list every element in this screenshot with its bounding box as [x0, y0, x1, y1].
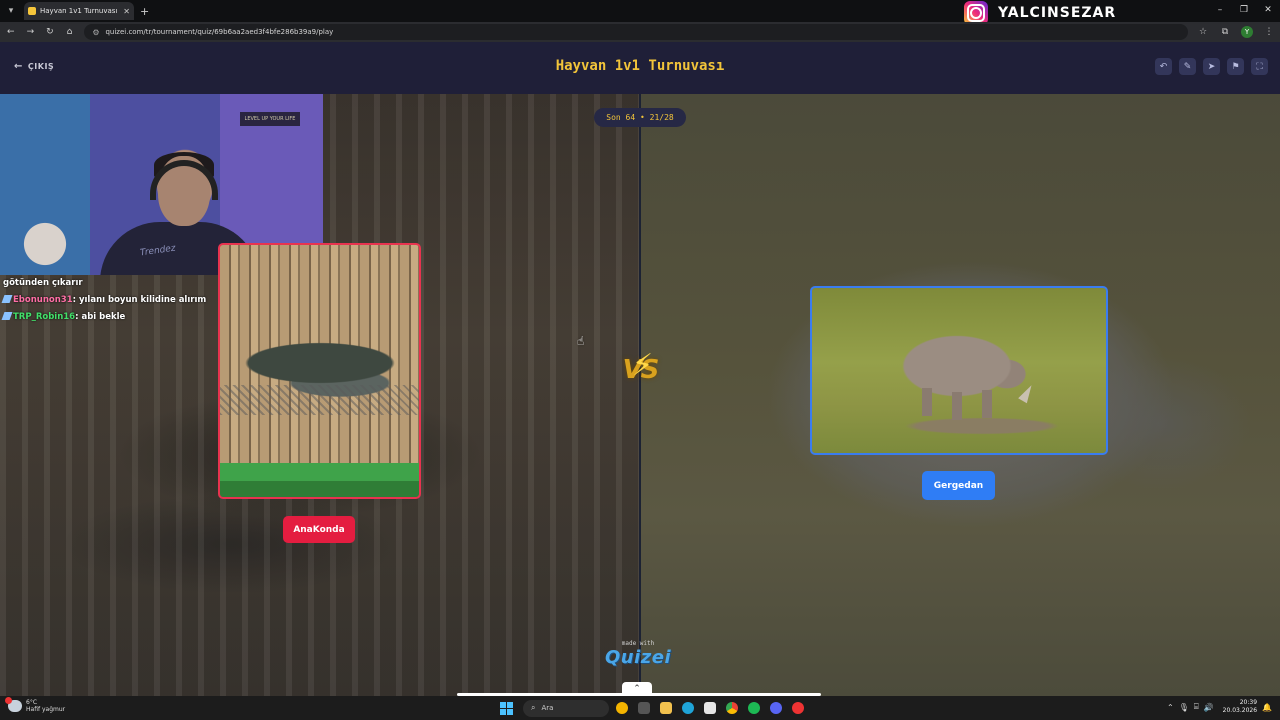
- right-choice-image[interactable]: [810, 286, 1108, 455]
- network-icon[interactable]: ⌸: [1194, 702, 1199, 712]
- toolbar-actions: ☆ ⧉ Y ⋮: [1192, 26, 1280, 38]
- rhino-leg: [982, 390, 992, 418]
- store-icon[interactable]: [701, 699, 719, 717]
- right-choice-button[interactable]: Gergedan: [922, 471, 995, 500]
- lightning-icon: ⚡: [632, 348, 654, 383]
- forward-icon[interactable]: →: [22, 23, 40, 41]
- close-window-icon[interactable]: ✕: [1256, 0, 1280, 20]
- volume-icon[interactable]: 🔊: [1204, 703, 1214, 712]
- url-text: quizei.com/tr/tournament/quiz/69b6aa2aed…: [105, 28, 334, 36]
- search-label: Ara: [541, 704, 554, 712]
- left-choice-image[interactable]: [218, 243, 421, 499]
- round-indicator: Son 64 • 21/28: [594, 108, 686, 127]
- left-choice-button[interactable]: AnaKonda: [283, 516, 355, 543]
- tab-search-icon[interactable]: ▾: [2, 2, 20, 20]
- quiz-title: Hayvan 1v1 Turnuvası: [555, 58, 725, 74]
- weather-widget[interactable]: 6°C Hafif yağmur: [5, 697, 65, 713]
- windows-taskbar: 6°C Hafif yağmur ⌕ Ara ⌃ 🎙 ⌸ 🔊 20:39 20.…: [0, 696, 1280, 720]
- clock-time: 20:39: [1239, 699, 1258, 706]
- rhino-leg: [952, 392, 962, 420]
- profile-avatar[interactable]: Y: [1241, 26, 1253, 38]
- bookmark-star-icon[interactable]: ☆: [1192, 27, 1214, 37]
- chat-text: yılanı boyun kilidine alırım: [78, 295, 207, 305]
- share-icon[interactable]: ➤: [1203, 58, 1220, 75]
- screen: ▾ Hayvan 1v1 Turnuvası - Tier Lis ✕ + YA…: [0, 0, 1280, 720]
- menu-icon[interactable]: ⋮: [1258, 27, 1280, 37]
- sword-badge-icon: [1, 312, 13, 320]
- windows-start-icon[interactable]: [500, 701, 513, 715]
- anaconda-image-detail: [220, 385, 419, 415]
- clock[interactable]: 20:39 20.03.2026: [1223, 699, 1257, 715]
- rhino-horn: [1018, 382, 1036, 404]
- temperature: 6°C: [26, 699, 38, 706]
- header-tools: ↶ ✎ ➤ ⚑ ⛶: [1155, 58, 1268, 75]
- discord-icon[interactable]: [767, 699, 785, 717]
- address-bar[interactable]: ⚙ quizei.com/tr/tournament/quiz/69b6aa2a…: [84, 24, 1188, 40]
- back-icon[interactable]: ←: [2, 23, 20, 41]
- clock-date: 20.03.2026: [1222, 707, 1258, 714]
- tab-title: Hayvan 1v1 Turnuvası - Tier Lis: [40, 7, 120, 15]
- home-icon[interactable]: ⌂: [61, 23, 79, 41]
- weather-description: Hafif yağmur: [26, 706, 66, 713]
- chat-username: Ebonunon31: [13, 295, 73, 305]
- search-icon: ⌕: [531, 703, 536, 712]
- notifications-bell-icon[interactable]: 🔔: [1262, 703, 1272, 712]
- rhino-leg: [922, 388, 932, 416]
- flag-icon[interactable]: ⚑: [1227, 58, 1244, 75]
- shelf-sign: LEVEL UP YOUR LIFE: [240, 112, 300, 126]
- edit-icon[interactable]: ✎: [1179, 58, 1196, 75]
- made-with-label: made with: [621, 640, 655, 647]
- sword-badge-icon: [1, 295, 13, 303]
- chat-overlay: götünden çıkarır Ebonunon31: yılanı boyu…: [0, 275, 220, 326]
- quiz-page: ← ÇIKIŞ Hayvan 1v1 Turnuvası ↶ ✎ ➤ ⚑ ⛶ S…: [0, 42, 1280, 696]
- app-red-icon[interactable]: [789, 699, 807, 717]
- browser-toolbar: ← → ↻ ⌂ ⚙ quizei.com/tr/tournament/quiz/…: [0, 22, 1280, 42]
- weather-text: 6°C Hafif yağmur: [26, 699, 65, 713]
- spotify-icon[interactable]: [745, 699, 763, 717]
- chat-text: abi bekle: [81, 312, 126, 322]
- chat-text: götünden çıkarır: [3, 278, 83, 288]
- expand-panel-chevron-up-icon[interactable]: ⌃: [622, 682, 652, 696]
- maximize-icon[interactable]: ❐: [1232, 0, 1256, 20]
- chat-message: götünden çıkarır: [0, 275, 220, 292]
- system-tray: ⌃ 🎙 ⌸ 🔊 20:39 20.03.2026 🔔: [1167, 699, 1272, 715]
- fullscreen-icon[interactable]: ⛶: [1251, 58, 1268, 75]
- new-tab-icon[interactable]: +: [140, 5, 149, 18]
- chat-message: Ebonunon31: yılanı boyun kilidine alırım: [0, 292, 220, 309]
- chat-username: TRP_Robin16: [13, 312, 76, 322]
- close-tab-icon[interactable]: ✕: [123, 7, 130, 16]
- taskbar-search[interactable]: ⌕ Ara: [523, 699, 609, 717]
- reload-icon[interactable]: ↻: [41, 23, 59, 41]
- task-view-icon[interactable]: [635, 699, 653, 717]
- made-with-quizei[interactable]: made with Quizei: [605, 640, 671, 668]
- tray-chevron-up-icon[interactable]: ⌃: [1167, 703, 1174, 712]
- quizei-favicon-icon: [28, 7, 36, 15]
- chat-message: TRP_Robin16: abi bekle: [0, 309, 220, 326]
- weather-cloud-icon: [5, 697, 22, 712]
- extensions-icon[interactable]: ⧉: [1214, 27, 1236, 37]
- browser-tab-active[interactable]: Hayvan 1v1 Turnuvası - Tier Lis ✕: [24, 2, 134, 20]
- quizei-logo: Quizei: [605, 647, 672, 668]
- microphone-icon[interactable]: 🎙: [1179, 703, 1189, 712]
- center-divider: [639, 94, 641, 696]
- instagram-handle: YALCINSEZAR: [998, 5, 1117, 21]
- quiz-header: ← ÇIKIŞ Hayvan 1v1 Turnuvası ↶ ✎ ➤ ⚑ ⛶: [0, 42, 1280, 94]
- widgets-icon[interactable]: [613, 699, 631, 717]
- chrome-icon[interactable]: [723, 699, 741, 717]
- taskbar-apps: ⌕ Ara: [500, 699, 807, 717]
- edge-icon[interactable]: [679, 699, 697, 717]
- file-explorer-icon[interactable]: [657, 699, 675, 717]
- site-info-icon[interactable]: ⚙: [92, 28, 99, 37]
- undo-icon[interactable]: ↶: [1155, 58, 1172, 75]
- mouse-cursor-icon: ☝: [577, 334, 585, 348]
- vs-badge: VS ⚡: [616, 346, 664, 394]
- minimize-icon[interactable]: –: [1208, 0, 1232, 20]
- window-controls: – ❐ ✕: [1208, 0, 1280, 20]
